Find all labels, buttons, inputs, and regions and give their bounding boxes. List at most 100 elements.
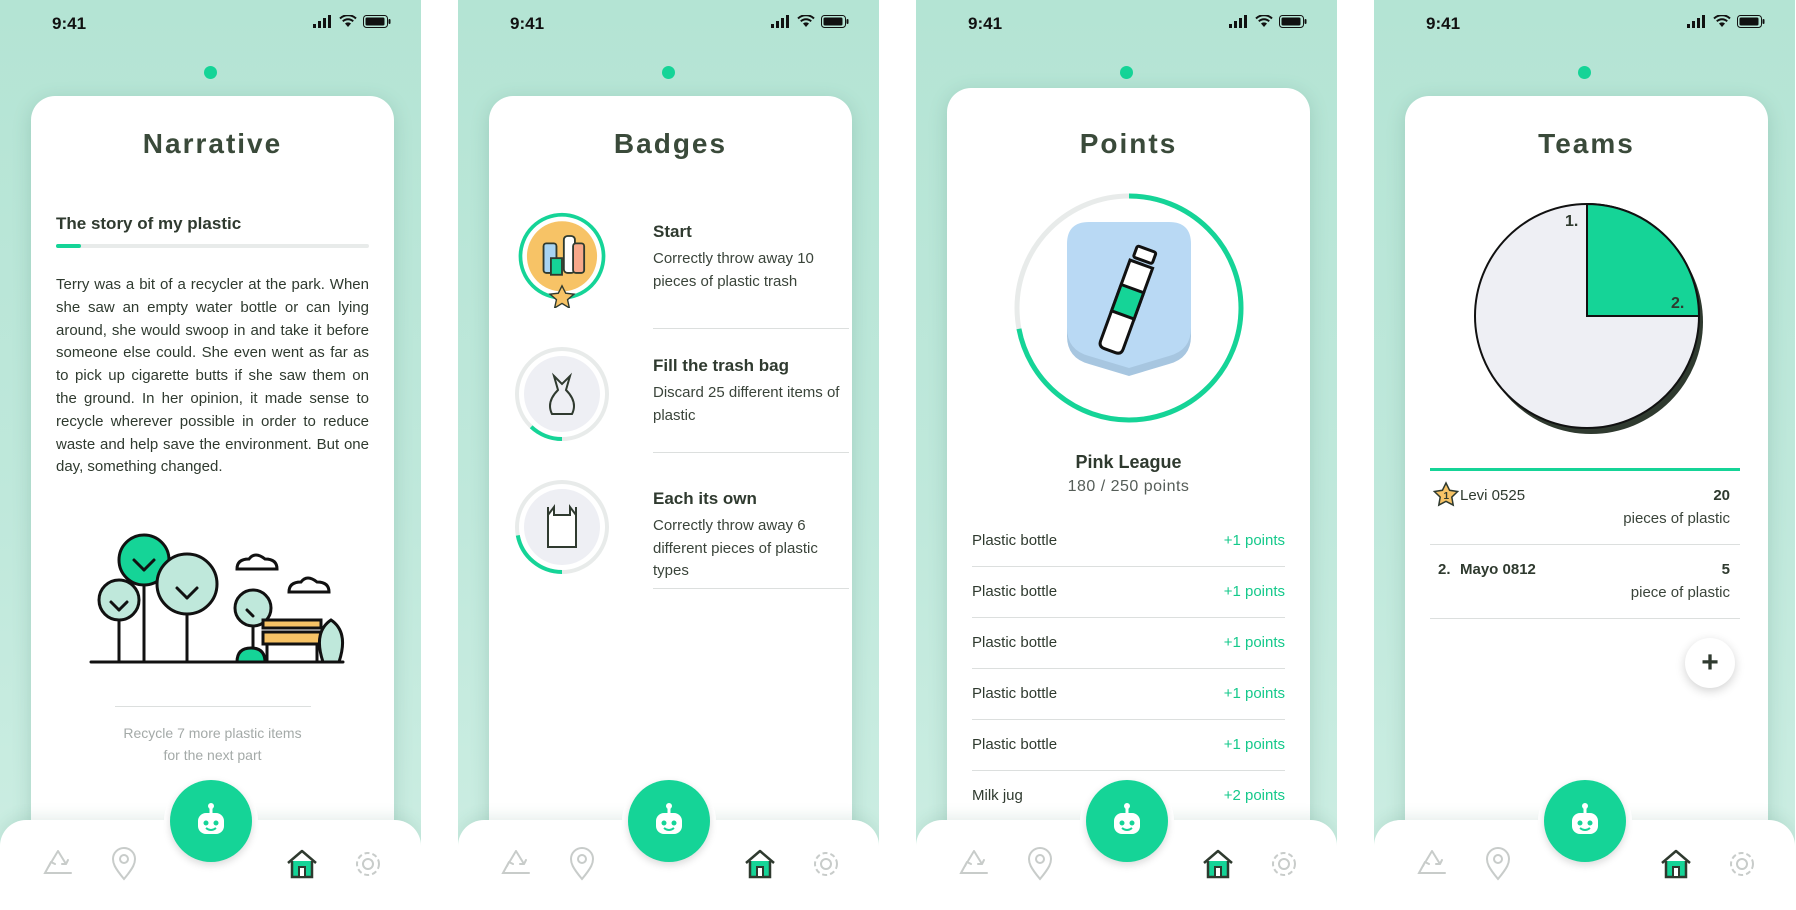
nav-settings-button[interactable] [1724, 846, 1760, 882]
robot-fab-button[interactable] [170, 780, 252, 862]
nav-location-button[interactable] [106, 846, 142, 882]
rank-1: 1 [1444, 491, 1450, 502]
team-row[interactable]: 1 Levi 0525 20 pieces of plastic [1430, 471, 1740, 545]
gear-icon [356, 852, 380, 876]
team-unit: pieces of plastic [1623, 510, 1730, 527]
battery-icon [363, 15, 391, 28]
page-indicator-dot [204, 66, 217, 79]
nav-home-button[interactable] [1200, 846, 1236, 882]
signal-icon [1229, 15, 1247, 28]
battery-icon [1279, 15, 1307, 28]
status-icons [1229, 15, 1307, 28]
points-item-name: Plastic bottle [972, 736, 1058, 753]
team-unit: piece of plastic [1630, 584, 1730, 601]
nav-home-button[interactable] [284, 846, 320, 882]
points-item-name: Plastic bottle [972, 583, 1058, 600]
points-row: Plastic bottle +1 points [972, 516, 1285, 567]
status-icons [313, 15, 391, 28]
divider [653, 588, 849, 589]
story-progress-fill [56, 244, 82, 248]
nav-home-button[interactable] [1658, 846, 1694, 882]
recycle-icon [43, 850, 72, 874]
home-icon [287, 849, 317, 879]
plastic-bottles-icon [518, 212, 606, 308]
recycle-icon [501, 850, 530, 874]
wifi-icon [1713, 15, 1731, 27]
points-total: 180 / 250 points [1067, 478, 1190, 495]
points-item-value: +1 points [1223, 583, 1285, 600]
recycle-icon [959, 850, 988, 874]
badge-title: Fill the trash bag [653, 356, 790, 375]
nav-settings-button[interactable] [808, 846, 844, 882]
nav-settings-button[interactable] [350, 846, 386, 882]
page-indicator-dot [662, 66, 675, 79]
nav-location-button[interactable] [1022, 846, 1058, 882]
team-row[interactable]: 2. Mayo 0812 5 piece of plastic [1430, 545, 1740, 619]
nav-location-button[interactable] [564, 846, 600, 882]
points-row: Plastic bottle +1 points [972, 720, 1285, 771]
league-progress-ring [1014, 193, 1244, 423]
phone-narrative: 9:41 Narrative The story of my plastic T… [0, 0, 421, 910]
robot-icon [1114, 803, 1140, 834]
story-text: Terry was a bit of a recycler at the par… [56, 276, 369, 476]
nav-recycle-button[interactable] [956, 846, 992, 882]
next-part-line2: for the next part [163, 747, 262, 763]
plastic-bottle-icon [1067, 222, 1191, 376]
phone-badges: 9:41 Badges Start Correctly throw away 1… [458, 0, 879, 910]
nav-recycle-button[interactable] [498, 846, 534, 882]
nav-recycle-button[interactable] [1414, 846, 1450, 882]
badge-description: Correctly throw away 10 pieces of plasti… [653, 250, 814, 290]
status-time: 9:41 [1426, 14, 1461, 33]
badge-title: Start [653, 222, 692, 241]
location-pin-icon [1485, 847, 1511, 881]
story-subtitle: The story of my plastic [56, 214, 242, 233]
divider [653, 452, 849, 453]
nav-settings-button[interactable] [1266, 846, 1302, 882]
robot-fab-button[interactable] [628, 780, 710, 862]
location-pin-icon [569, 847, 595, 881]
trash-bag-icon [515, 347, 609, 441]
next-part-line1: Recycle 7 more plastic items [123, 725, 302, 741]
page-indicator-dot [1120, 66, 1133, 79]
nav-recycle-button[interactable] [40, 846, 76, 882]
points-item-value: +1 points [1223, 634, 1285, 651]
wifi-icon [339, 15, 357, 27]
robot-icon [1572, 803, 1598, 834]
phone-points: 9:41 Points Pink League 180 / 250 points… [916, 0, 1337, 910]
gold-star-icon: 1 [1432, 481, 1460, 507]
robot-fab-button[interactable] [1544, 780, 1626, 862]
points-item-value: +1 points [1223, 736, 1285, 753]
points-item-name: Plastic bottle [972, 685, 1058, 702]
screens-container: 9:41 Narrative The story of my plastic T… [0, 0, 1796, 910]
plastic-bag-icon [515, 480, 609, 574]
points-item-value: +2 points [1223, 787, 1285, 804]
badge-item-each-its-own[interactable]: Each its own Correctly throw away 6 diff… [514, 479, 829, 599]
signal-icon [313, 15, 331, 28]
points-item-name: Plastic bottle [972, 532, 1058, 549]
status-time: 9:41 [510, 14, 545, 33]
team-count: 5 [1721, 561, 1730, 578]
wifi-icon [797, 15, 815, 27]
page-title: Points [1079, 128, 1178, 159]
pie-label-1: 1. [1565, 213, 1578, 230]
robot-fab-button[interactable] [1086, 780, 1168, 862]
phone-teams: 9:41 Teams 1. 2. 1 Levi 0525 20 pieces o… [1374, 0, 1795, 910]
page-indicator-dot [1578, 66, 1591, 79]
nav-location-button[interactable] [1480, 846, 1516, 882]
add-team-button[interactable]: + [1685, 638, 1735, 688]
status-bar: 9:41 [916, 12, 1337, 34]
gear-icon [1272, 852, 1296, 876]
team-count: 20 [1713, 487, 1730, 504]
badge-description: Discard 25 different items of plastic [653, 384, 840, 424]
status-time: 9:41 [968, 14, 1003, 33]
divider [653, 328, 849, 329]
status-icons [1687, 15, 1765, 28]
signal-icon [771, 15, 789, 28]
badge-item-fill-trash-bag[interactable]: Fill the trash bag Discard 25 different … [514, 346, 839, 456]
nav-home-button[interactable] [742, 846, 778, 882]
badge-item-start[interactable]: Start Correctly throw away 10 pieces of … [514, 212, 829, 332]
park-illustration-icon [89, 533, 345, 664]
status-bar: 9:41 [1374, 12, 1795, 34]
home-icon [1661, 849, 1691, 879]
page-title: Teams [1538, 128, 1635, 159]
